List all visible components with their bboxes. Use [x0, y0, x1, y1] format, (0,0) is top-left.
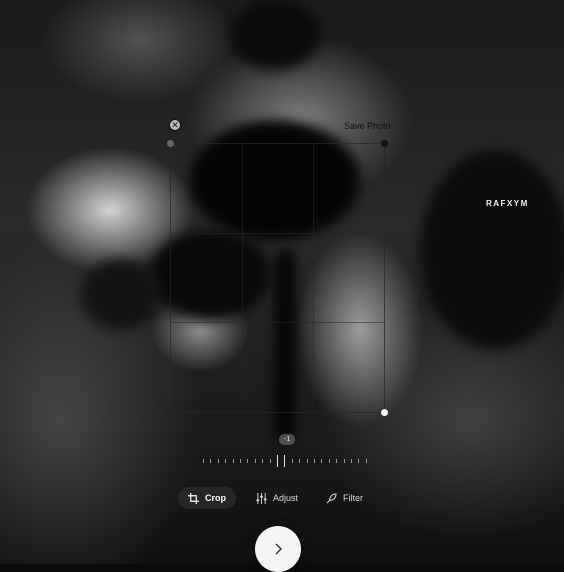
- ruler-tick: [203, 459, 204, 463]
- ruler-tick: [277, 455, 278, 467]
- tab-label: Filter: [343, 493, 363, 503]
- next-button[interactable]: [255, 526, 301, 572]
- ruler-tick: [247, 459, 249, 463]
- ruler-tick: [343, 459, 345, 463]
- ruler-tick: [225, 459, 227, 463]
- ruler-tick: [299, 459, 301, 463]
- ruler-tick: [314, 459, 315, 463]
- tab-filter[interactable]: Filter: [316, 487, 373, 509]
- crop-frame[interactable]: [167, 140, 388, 416]
- ruler-tick: [321, 459, 323, 463]
- grid-line: [171, 233, 384, 235]
- grid-line: [171, 322, 384, 324]
- save-photo-button[interactable]: Save Photo: [344, 121, 391, 131]
- ruler-tick: [240, 459, 241, 463]
- ruler-tick: [262, 459, 264, 463]
- ruler-tick: [336, 459, 338, 463]
- ruler-tick: [306, 459, 308, 463]
- ruler-tick: [232, 459, 234, 463]
- tab-label: Adjust: [273, 493, 299, 503]
- ruler-tick: [358, 459, 360, 463]
- chevron-right-icon: [275, 543, 282, 555]
- crop-handle-bottom-left[interactable]: [167, 409, 174, 416]
- rotation-ruler[interactable]: [200, 452, 370, 470]
- sliders-icon: [256, 492, 267, 504]
- grid-line: [241, 144, 243, 412]
- grid-line: [312, 144, 314, 412]
- ruler-tick: [254, 459, 256, 463]
- rotation-value-badge: -1: [279, 434, 296, 445]
- tab-crop[interactable]: Crop: [178, 487, 236, 509]
- crop-handle-top-right[interactable]: [381, 140, 388, 147]
- ruler-tick: [210, 459, 212, 463]
- editor-tabs: Crop Adjust Filter: [0, 487, 564, 509]
- crop-icon: [188, 492, 199, 504]
- close-circle-icon: ✕: [171, 119, 179, 130]
- ruler-tick: [328, 459, 330, 463]
- crop-handle-top-left[interactable]: [167, 140, 174, 147]
- ruler-tick: [217, 459, 219, 463]
- filter-icon: [326, 492, 337, 503]
- ruler-tick: [365, 459, 367, 463]
- ruler-tick: [291, 459, 293, 463]
- watermark-text: RAFXYM: [486, 199, 529, 208]
- close-button[interactable]: ✕: [169, 119, 181, 131]
- ruler-tick: [269, 459, 271, 463]
- tab-label: Crop: [205, 493, 226, 503]
- ruler-tick: [351, 459, 352, 463]
- crop-handle-bottom-right[interactable]: [381, 409, 388, 416]
- tab-adjust[interactable]: Adjust: [246, 487, 308, 509]
- ruler-tick: [284, 455, 286, 467]
